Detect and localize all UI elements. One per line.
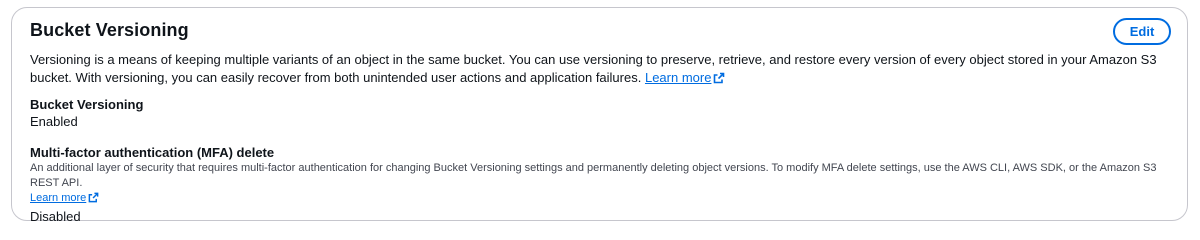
learn-more-label: Learn more <box>644 70 712 85</box>
versioning-value: Enabled <box>30 114 78 129</box>
mfa-delete-field: Multi-factor authentication (MFA) delete… <box>30 144 1180 225</box>
external-link-icon <box>88 192 99 208</box>
mfa-learn-more-link[interactable]: Learn more <box>30 192 99 204</box>
edit-button[interactable]: Edit <box>1113 18 1171 45</box>
versioning-field: Bucket Versioning Enabled <box>30 96 143 130</box>
mfa-learn-more-label: Learn more <box>30 192 87 204</box>
mfa-delete-label: Multi-factor authentication (MFA) delete <box>30 145 275 160</box>
panel-description: Versioning is a means of keeping multipl… <box>30 51 1170 89</box>
external-link-icon <box>713 71 725 89</box>
mfa-delete-value: Disabled <box>30 209 81 224</box>
mfa-delete-description: An additional layer of security that req… <box>30 161 1180 208</box>
mfa-delete-description-text: An additional layer of security that req… <box>30 162 1157 189</box>
versioning-label: Bucket Versioning <box>30 97 144 112</box>
learn-more-link[interactable]: Learn more <box>645 70 725 85</box>
bucket-versioning-panel: Bucket Versioning Edit Versioning is a m… <box>11 7 1188 224</box>
panel-title: Bucket Versioning <box>30 20 189 40</box>
panel-description-text: Versioning is a means of keeping multipl… <box>30 52 1157 85</box>
